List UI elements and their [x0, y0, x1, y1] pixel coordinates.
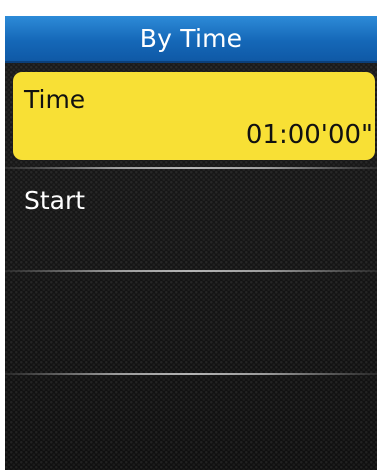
device-screen: By Time Time 01:00'00" Start — [5, 16, 377, 470]
menu-item-time[interactable]: Time 01:00'00" — [13, 72, 375, 160]
menu-item-time-value: 01:00'00" — [245, 120, 373, 150]
divider — [5, 270, 377, 272]
empty-menu-slot — [13, 278, 375, 368]
menu-item-start-label: Start — [24, 186, 86, 215]
page-title: By Time — [139, 24, 243, 53]
divider — [5, 373, 377, 375]
title-bar: By Time — [5, 16, 377, 63]
divider — [5, 167, 377, 169]
menu-item-start[interactable]: Start — [13, 176, 375, 256]
empty-menu-slot — [13, 381, 375, 470]
menu-item-time-label: Time — [24, 85, 86, 114]
